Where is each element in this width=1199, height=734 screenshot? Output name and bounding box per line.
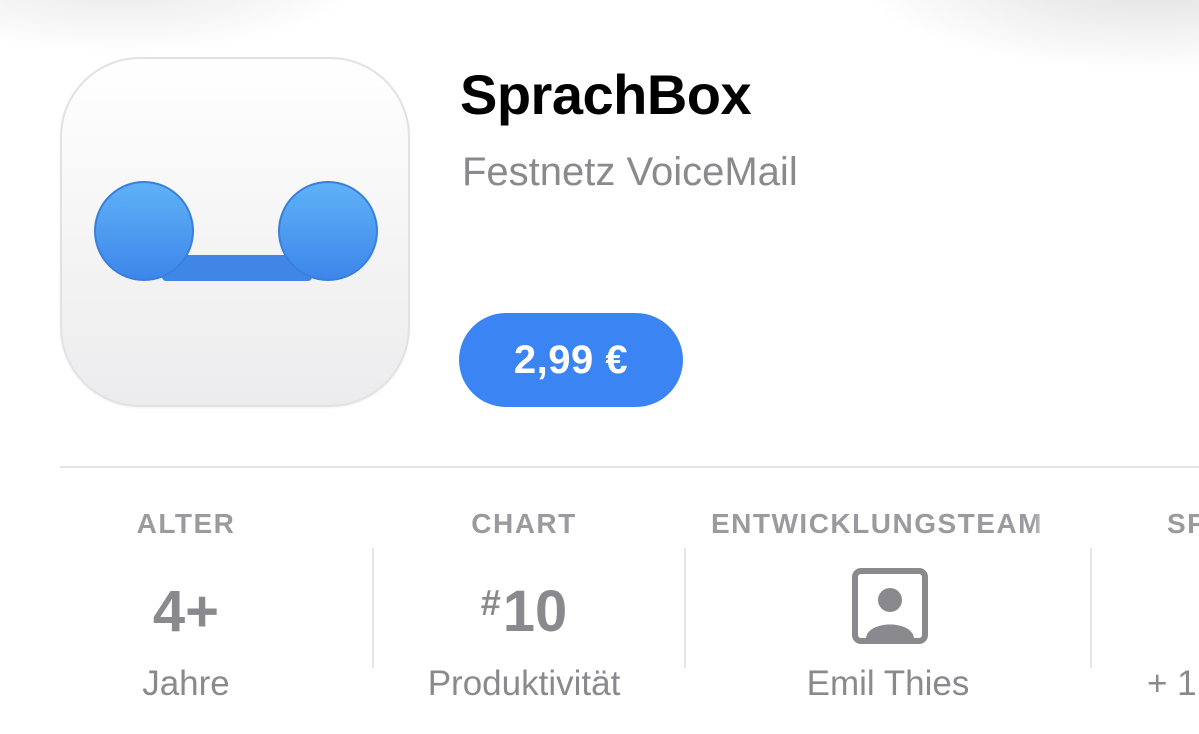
age-header: ALTER — [136, 508, 236, 539]
person-icon — [852, 568, 928, 644]
app-subtitle: Festnetz VoiceMail — [462, 150, 798, 194]
language-sub: + 1 — [1147, 664, 1197, 703]
developer-sub: Emil Thies — [806, 664, 970, 703]
info-age: ALTER 4+ Jahre — [60, 468, 372, 734]
chart-hash: # — [480, 582, 501, 623]
buy-price-button[interactable]: 2,99 € — [459, 313, 683, 407]
app-title: SprachBox — [460, 63, 752, 126]
voicemail-icon — [60, 57, 410, 407]
info-chart: CHART #10 Produktivität — [374, 468, 684, 734]
header-fade — [1032, 498, 1062, 548]
age-value: 4+ — [152, 579, 220, 644]
info-language: SP + 1 — [1092, 468, 1199, 734]
chart-sub: Produktivität — [427, 664, 621, 703]
chart-value: #10 — [374, 578, 674, 645]
age-sub: Jahre — [142, 664, 230, 703]
info-developer: ENTWICKLUNGSTEAM Emil Thies — [686, 468, 1090, 734]
voicemail-glyph — [94, 181, 378, 281]
language-header: SP — [1167, 508, 1199, 539]
chart-rank: 10 — [502, 579, 568, 644]
developer-header: ENTWICKLUNGSTEAM — [711, 508, 1043, 539]
info-strip[interactable]: ALTER 4+ Jahre CHART #10 Produktivität E… — [0, 468, 1199, 734]
chart-header: CHART — [471, 508, 577, 539]
